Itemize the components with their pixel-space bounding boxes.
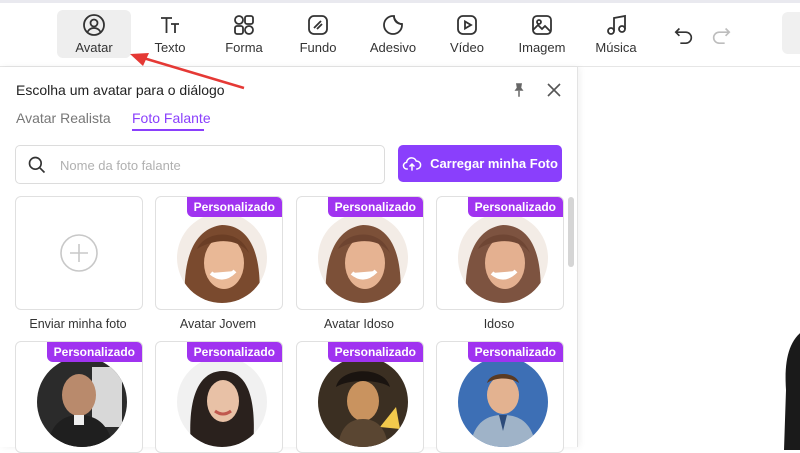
upload-photo-label: Carregar minha Foto [430, 156, 558, 171]
avatar-card[interactable]: Personalizado [155, 196, 283, 310]
toolbar-video-label: Vídeo [450, 40, 484, 55]
image-icon [532, 15, 552, 35]
panel-scrollbar[interactable] [568, 197, 574, 267]
toolbar-image-button[interactable]: Imagem [505, 10, 579, 58]
shapes-icon [234, 15, 254, 35]
upload-photo-button[interactable]: Carregar minha Foto [398, 145, 562, 182]
avatar-photo [177, 357, 267, 447]
custom-badge: Personalizado [327, 342, 423, 362]
avatar-card[interactable]: Personalizado [296, 341, 424, 453]
redo-button[interactable] [710, 24, 732, 44]
toolbar-image-label: Imagem [518, 40, 566, 55]
text-icon [161, 17, 179, 33]
custom-badge: Personalizado [467, 197, 563, 217]
toolbar-background-button[interactable]: Fundo [281, 10, 355, 58]
avatar-card[interactable]: Personalizado [155, 341, 283, 453]
user-circle-icon [83, 14, 105, 36]
toolbar-sticker-label: Adesivo [369, 40, 417, 55]
avatar-photo [458, 213, 548, 303]
avatar-photo [318, 357, 408, 447]
toolbar-text-label: Texto [154, 40, 186, 55]
undo-button[interactable] [673, 24, 695, 44]
search-box [15, 145, 385, 184]
custom-badge: Personalizado [467, 342, 563, 362]
toolbar-avatar-button[interactable]: Avatar [57, 10, 131, 58]
avatar-photo [318, 213, 408, 303]
toolbar-music-label: Música [595, 40, 637, 55]
custom-badge: Personalizado [327, 197, 423, 217]
avatar-photo [458, 357, 548, 447]
card-label: Avatar Jovem [179, 317, 257, 331]
toolbar-text-button[interactable]: Texto [133, 10, 207, 58]
custom-badge: Personalizado [186, 342, 282, 362]
undo-icon [674, 27, 693, 44]
panel-title: Escolha um avatar para o diálogo [16, 82, 225, 98]
toolbar-shape-button[interactable]: Forma [207, 10, 281, 58]
card-label: Avatar Idoso [324, 317, 394, 331]
search-icon [28, 156, 46, 174]
toolbar-video-button[interactable]: Vídeo [430, 10, 504, 58]
custom-badge: Personalizado [186, 197, 282, 217]
tab-foto-falante[interactable]: Foto Falante [132, 110, 211, 126]
toolbar-background-label: Fundo [299, 40, 337, 55]
close-icon[interactable] [546, 82, 562, 98]
avatar-card[interactable]: Personalizado [436, 196, 564, 310]
toolbar-shape-label: Forma [225, 40, 263, 55]
top-toolbar: Avatar Texto Forma Fundo Adesivo Vídeo I… [0, 0, 800, 67]
sticker-icon [383, 15, 403, 35]
editor-canvas[interactable] [578, 67, 800, 440]
plus-icon [60, 234, 98, 272]
canvas-person-image [784, 333, 800, 450]
toolbar-music-button[interactable]: Música [579, 10, 653, 58]
background-icon [308, 15, 328, 35]
avatar-photo [37, 357, 127, 447]
avatar-card[interactable]: Personalizado [296, 196, 424, 310]
card-label: Idoso [483, 317, 515, 331]
custom-badge: Personalizado [46, 342, 142, 362]
toolbar-avatar-label: Avatar [75, 40, 113, 55]
active-tab-indicator [132, 129, 204, 131]
card-label: Enviar minha foto [29, 317, 127, 331]
tab-avatar-realista[interactable]: Avatar Realista [16, 110, 111, 126]
upload-photo-card[interactable] [15, 196, 143, 310]
pin-icon[interactable] [510, 81, 528, 99]
search-input[interactable] [58, 154, 372, 176]
video-icon [457, 15, 477, 35]
avatar-picker-panel: Escolha um avatar para o diálogo Avatar … [0, 67, 578, 453]
redo-icon [712, 27, 731, 44]
music-icon [607, 14, 626, 35]
avatar-card[interactable]: Personalizado [436, 341, 564, 453]
toolbar-right-button[interactable] [782, 12, 800, 54]
cloud-upload-icon [402, 156, 422, 171]
avatar-card[interactable]: Personalizado [15, 341, 143, 453]
toolbar-sticker-button[interactable]: Adesivo [356, 10, 430, 58]
avatar-photo [177, 213, 267, 303]
